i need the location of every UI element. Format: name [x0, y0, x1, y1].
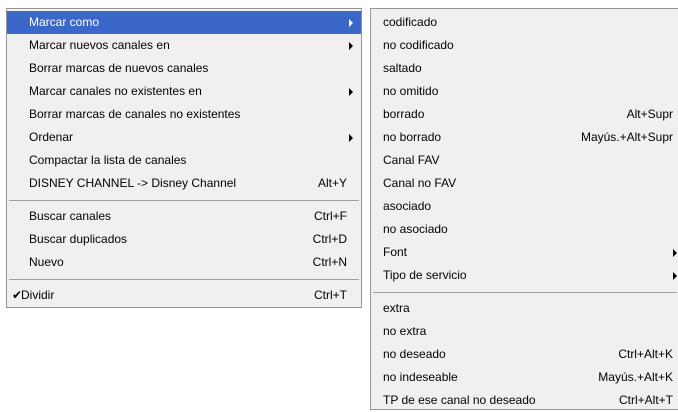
menu-item-compactar-lista[interactable]: Compactar la lista de canales [7, 149, 361, 172]
menu-item-label: no extra [383, 324, 427, 338]
menu-item-label: Marcar como [29, 15, 100, 29]
menu-item-label: Borrar marcas de canales no existentes [29, 107, 241, 121]
menu-item-ordenar[interactable]: Ordenar [7, 126, 361, 149]
menu-item-shortcut: Ctrl+D [312, 232, 347, 246]
submenu-item-font[interactable]: Font [371, 241, 678, 264]
menu-item-dividir[interactable]: ✔ Dividir Ctrl+T [7, 284, 361, 307]
menu-item-label: TP de ese canal no deseado [383, 393, 536, 407]
submenu-item-canal-no-fav[interactable]: Canal no FAV [371, 172, 678, 195]
menu-item-label: Compactar la lista de canales [29, 153, 187, 167]
submenu-item-no-codificado[interactable]: no codificado [371, 34, 678, 57]
submenu-arrow-icon [349, 88, 353, 96]
submenu-item-no-borrado[interactable]: no borrado Mayús.+Alt+Supr [371, 126, 678, 149]
submenu-item-no-indeseable[interactable]: no indeseable Mayús.+Alt+K [371, 366, 678, 389]
menu-item-shortcut: Mayús.+Alt+K [598, 370, 673, 384]
submenu-item-no-extra[interactable]: no extra [371, 320, 678, 343]
submenu-arrow-icon [349, 42, 353, 50]
submenu-item-asociado[interactable]: asociado [371, 195, 678, 218]
submenu-item-no-deseado[interactable]: no deseado Ctrl+Alt+K [371, 343, 678, 366]
menu-item-label: asociado [383, 199, 432, 213]
menu-item-shortcut: Ctrl+Alt+T [618, 393, 673, 407]
menu-item-label: Ordenar [29, 130, 74, 144]
menu-separator [373, 292, 677, 293]
menu-item-label: borrado [383, 107, 425, 121]
menu-separator [9, 200, 359, 201]
context-menu: Marcar como Marcar nuevos canales en Bor… [6, 8, 362, 308]
menu-item-buscar-duplicados[interactable]: Buscar duplicados Ctrl+D [7, 228, 361, 251]
menu-item-buscar-canales[interactable]: Buscar canales Ctrl+F [7, 205, 361, 228]
menu-item-label: no deseado [383, 347, 446, 361]
submenu-item-tipo-servicio[interactable]: Tipo de servicio [371, 264, 678, 287]
submenu-item-canal-fav[interactable]: Canal FAV [371, 149, 678, 172]
submenu-item-no-omitido[interactable]: no omitido [371, 80, 678, 103]
menu-separator [9, 279, 359, 280]
submenu-arrow-icon [349, 19, 353, 27]
menu-item-marcar-no-existentes[interactable]: Marcar canales no existentes en [7, 80, 361, 103]
menu-item-label: Buscar canales [29, 209, 112, 223]
submenu-item-no-asociado[interactable]: no asociado [371, 218, 678, 241]
menu-item-label: Buscar duplicados [29, 232, 128, 246]
menu-item-label: saltado [383, 61, 422, 75]
menu-item-label: DISNEY CHANNEL -> Disney Channel [29, 176, 237, 190]
menu-item-shortcut: Ctrl+N [312, 255, 347, 269]
menu-item-shortcut: Alt+Supr [626, 107, 673, 121]
menu-item-label: Canal FAV [383, 153, 440, 167]
submenu-item-saltado[interactable]: saltado [371, 57, 678, 80]
checkmark-icon: ✔ [12, 288, 23, 302]
menu-item-shortcut: Alt+Y [317, 176, 347, 190]
menu-item-label: Dividir [21, 288, 55, 302]
submenu-arrow-icon [349, 134, 353, 142]
menu-item-label: no omitido [383, 84, 439, 98]
menu-item-label: Font [383, 245, 408, 259]
menu-item-label: codificado [383, 15, 438, 29]
menu-item-marcar-como[interactable]: Marcar como [7, 11, 361, 34]
submenu-item-tp-no-deseado[interactable]: TP de ese canal no deseado Ctrl+Alt+T [371, 389, 678, 412]
menu-item-label: Nuevo [29, 255, 64, 269]
menu-item-label: Tipo de servicio [383, 268, 467, 282]
menu-item-label: Canal no FAV [383, 176, 457, 190]
menu-item-label: no codificado [383, 38, 454, 52]
menu-item-label: Marcar nuevos canales en [29, 38, 170, 52]
submenu-item-extra[interactable]: extra [371, 297, 678, 320]
submenu-item-codificado[interactable]: codificado [371, 11, 678, 34]
menu-item-label: no borrado [383, 130, 442, 144]
menu-item-label: Marcar canales no existentes en [29, 84, 202, 98]
menu-item-borrar-marcas-nuevos[interactable]: Borrar marcas de nuevos canales [7, 57, 361, 80]
menu-item-label: no indeseable [383, 370, 458, 384]
menu-item-shortcut: Ctrl+Alt+K [618, 347, 673, 361]
submenu-marcar-como: codificado no codificado saltado no omit… [370, 8, 678, 410]
menu-item-shortcut: Mayús.+Alt+Supr [580, 130, 673, 144]
submenu-item-borrado[interactable]: borrado Alt+Supr [371, 103, 678, 126]
menu-item-shortcut: Ctrl+T [314, 288, 347, 302]
menu-item-marcar-nuevos-canales[interactable]: Marcar nuevos canales en [7, 34, 361, 57]
menu-item-shortcut: Ctrl+F [314, 209, 347, 223]
menu-item-borrar-marcas-no-existentes[interactable]: Borrar marcas de canales no existentes [7, 103, 361, 126]
menu-item-label: extra [383, 301, 410, 315]
menu-item-nuevo[interactable]: Nuevo Ctrl+N [7, 251, 361, 274]
submenu-arrow-icon [673, 272, 677, 280]
menu-item-label: no asociado [383, 222, 448, 236]
submenu-arrow-icon [673, 249, 677, 257]
menu-item-label: Borrar marcas de nuevos canales [29, 61, 209, 75]
menu-item-rename-channel[interactable]: DISNEY CHANNEL -> Disney Channel Alt+Y [7, 172, 361, 195]
